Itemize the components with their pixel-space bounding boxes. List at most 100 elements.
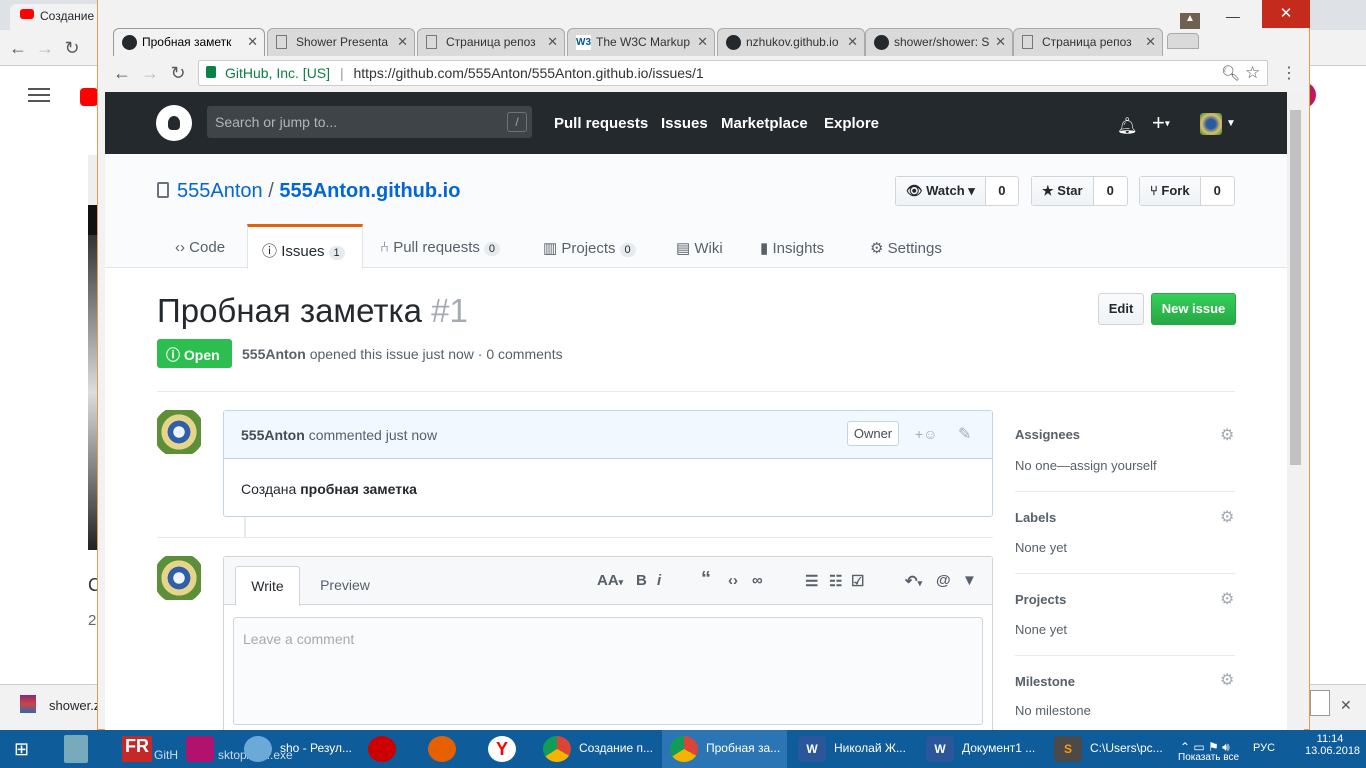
- issue-author-link[interactable]: 555Anton: [242, 346, 306, 362]
- watch-count[interactable]: 0: [986, 177, 1018, 205]
- tab-projects[interactable]: ▥ Projects 0: [529, 224, 650, 269]
- repo-name-link[interactable]: 555Anton.github.io: [279, 180, 460, 202]
- video-thumbnail[interactable]: [88, 155, 97, 205]
- sidebar-assignees-value[interactable]: No one—assign yourself: [1015, 458, 1157, 473]
- youtube-logo-icon[interactable]: [80, 88, 98, 106]
- new-tab-button[interactable]: [1167, 33, 1199, 49]
- italic-icon[interactable]: i: [657, 572, 661, 589]
- taskbar-item-word-2[interactable]: W Документ1 ...: [918, 730, 1043, 768]
- comment-author-link[interactable]: 555Anton: [241, 427, 305, 443]
- camera-app-icon[interactable]: [186, 736, 214, 762]
- nav-marketplace[interactable]: Marketplace: [721, 115, 808, 132]
- comment-time[interactable]: commented just now: [309, 427, 437, 443]
- task-list-icon[interactable]: ☑: [851, 572, 864, 590]
- watch-button[interactable]: 👁︎ Watch ▾: [896, 177, 986, 205]
- back-icon[interactable]: ←: [6, 36, 30, 60]
- tab-repo-page-2[interactable]: Страница репоз ✕: [1013, 28, 1163, 56]
- notifications-bell-icon[interactable]: 🔔︎: [1117, 116, 1137, 136]
- gear-icon[interactable]: ⚙: [1220, 670, 1234, 690]
- tab-pull-requests[interactable]: ⑃ Pull requests 0: [366, 224, 514, 269]
- search-input[interactable]: Search or jump to...: [207, 106, 532, 138]
- download-item-name[interactable]: shower.z: [49, 698, 100, 713]
- menu-dots-icon[interactable]: ⋮: [1281, 63, 1297, 83]
- unordered-list-icon[interactable]: ☰: [805, 572, 818, 590]
- taskbar-item-search[interactable]: sho - Резул...: [236, 730, 356, 768]
- tab-w3c[interactable]: W3 The W3C Markup ✕: [567, 28, 715, 56]
- comment-textarea[interactable]: Leave a comment: [233, 617, 983, 725]
- tab-close-icon[interactable]: ✕: [697, 34, 708, 50]
- tab-close-icon[interactable]: ✕: [397, 34, 408, 50]
- fork-count[interactable]: 0: [1201, 177, 1234, 205]
- show-all-button[interactable]: Показать все: [1178, 752, 1239, 763]
- tab-code[interactable]: ‹› Code: [161, 224, 239, 269]
- gear-icon[interactable]: ⚙: [1220, 589, 1234, 609]
- bookmark-star-icon[interactable]: ☆: [1245, 63, 1260, 83]
- taskbar-item-chrome-1[interactable]: Создание п...: [535, 730, 657, 768]
- avatar[interactable]: [157, 556, 201, 600]
- reply-icon[interactable]: ↶▾: [905, 572, 922, 590]
- nav-pull-requests[interactable]: Pull requests: [554, 115, 648, 132]
- user-icon[interactable]: ▲: [1180, 13, 1200, 29]
- close-download-bar-icon[interactable]: ✕: [1340, 697, 1352, 714]
- ordered-list-icon[interactable]: ☷: [829, 572, 842, 590]
- back-icon[interactable]: ←: [110, 61, 134, 85]
- tab-write[interactable]: Write: [235, 566, 300, 606]
- tab-issues[interactable]: ⓘ Issues 1: [247, 224, 363, 269]
- star-button[interactable]: ★ Star: [1032, 177, 1094, 205]
- tab-wiki[interactable]: ▤ Wiki: [662, 224, 737, 269]
- tab-close-icon[interactable]: ✕: [1145, 34, 1156, 50]
- start-windows-icon[interactable]: ⊞: [14, 739, 36, 759]
- tab-insights[interactable]: ▮ Insights: [746, 224, 838, 269]
- zoom-icon[interactable]: 🔍︎: [1221, 64, 1240, 82]
- sidebar-assignees-title[interactable]: Assignees: [1015, 427, 1080, 442]
- tab-close-icon[interactable]: ✕: [847, 34, 858, 50]
- tab-issue[interactable]: Пробная заметк ✕: [113, 28, 265, 56]
- video-thumbnail-gradient[interactable]: [88, 235, 97, 550]
- tab-close-icon[interactable]: ✕: [247, 34, 258, 50]
- download-button[interactable]: [1310, 690, 1330, 716]
- tab-close-icon[interactable]: ✕: [547, 34, 558, 50]
- gear-icon[interactable]: ⚙: [1220, 507, 1234, 527]
- tab-shower-github[interactable]: shower/shower: S ✕: [865, 28, 1013, 56]
- video-thumbnail-dark[interactable]: [88, 205, 97, 235]
- address-bar[interactable]: GitHub, Inc. [US] | https://github.com/5…: [198, 60, 1268, 86]
- tab-shower[interactable]: Shower Presenta ✕: [267, 28, 415, 56]
- taskbar-item-chrome-2[interactable]: Пробная за...: [662, 730, 787, 768]
- star-count[interactable]: 0: [1094, 177, 1127, 205]
- tab-settings[interactable]: ⚙ Settings: [856, 224, 956, 269]
- tab-close-icon[interactable]: ✕: [995, 34, 1006, 50]
- sidebar-milestone-title[interactable]: Milestone: [1015, 674, 1075, 689]
- taskbar-item-sublime[interactable]: S C:\Users\pc...: [1046, 730, 1171, 768]
- create-new-plus-icon[interactable]: +▾: [1152, 110, 1170, 136]
- clock[interactable]: 11:14 13.06.2018: [1305, 733, 1360, 757]
- sidebar-projects-title[interactable]: Projects: [1015, 592, 1066, 607]
- reload-icon[interactable]: ↻: [60, 36, 84, 60]
- code-icon[interactable]: ‹›: [728, 572, 738, 589]
- edit-button[interactable]: Edit: [1098, 293, 1144, 325]
- nav-issues[interactable]: Issues: [661, 115, 708, 132]
- link-icon[interactable]: ∞: [752, 572, 763, 589]
- bold-icon[interactable]: B: [636, 572, 647, 589]
- hamburger-icon[interactable]: [28, 88, 50, 102]
- tab-nzhukov[interactable]: nzhukov.github.io ✕: [717, 28, 865, 56]
- user-avatar[interactable]: [1200, 113, 1222, 135]
- scrollbar-thumb[interactable]: [1290, 110, 1301, 465]
- repo-owner-link[interactable]: 555Anton: [177, 180, 263, 202]
- gear-icon[interactable]: ⚙: [1220, 425, 1234, 445]
- add-reaction-icon[interactable]: +☺: [915, 426, 937, 442]
- nav-explore[interactable]: Explore: [824, 115, 879, 132]
- pencil-icon[interactable]: ✎: [958, 424, 971, 444]
- sidebar-labels-title[interactable]: Labels: [1015, 510, 1056, 525]
- taskbar-item-opera[interactable]: [360, 730, 410, 768]
- reload-icon[interactable]: ↻: [166, 61, 190, 85]
- taskbar-item-yandex[interactable]: Y: [480, 730, 530, 768]
- chevron-down-icon[interactable]: ▼: [1226, 118, 1236, 129]
- bookmark-icon[interactable]: ▼: [962, 572, 977, 589]
- minimize-button[interactable]: —: [1226, 8, 1240, 24]
- mention-icon[interactable]: @: [936, 572, 951, 589]
- quote-icon[interactable]: “: [701, 568, 711, 591]
- text-size-icon[interactable]: AA▾: [597, 572, 623, 589]
- taskbar-item-word-1[interactable]: W Николай Ж...: [790, 730, 915, 768]
- tab-repo-page[interactable]: Страница репоз ✕: [417, 28, 565, 56]
- language-indicator[interactable]: РУС: [1253, 742, 1275, 754]
